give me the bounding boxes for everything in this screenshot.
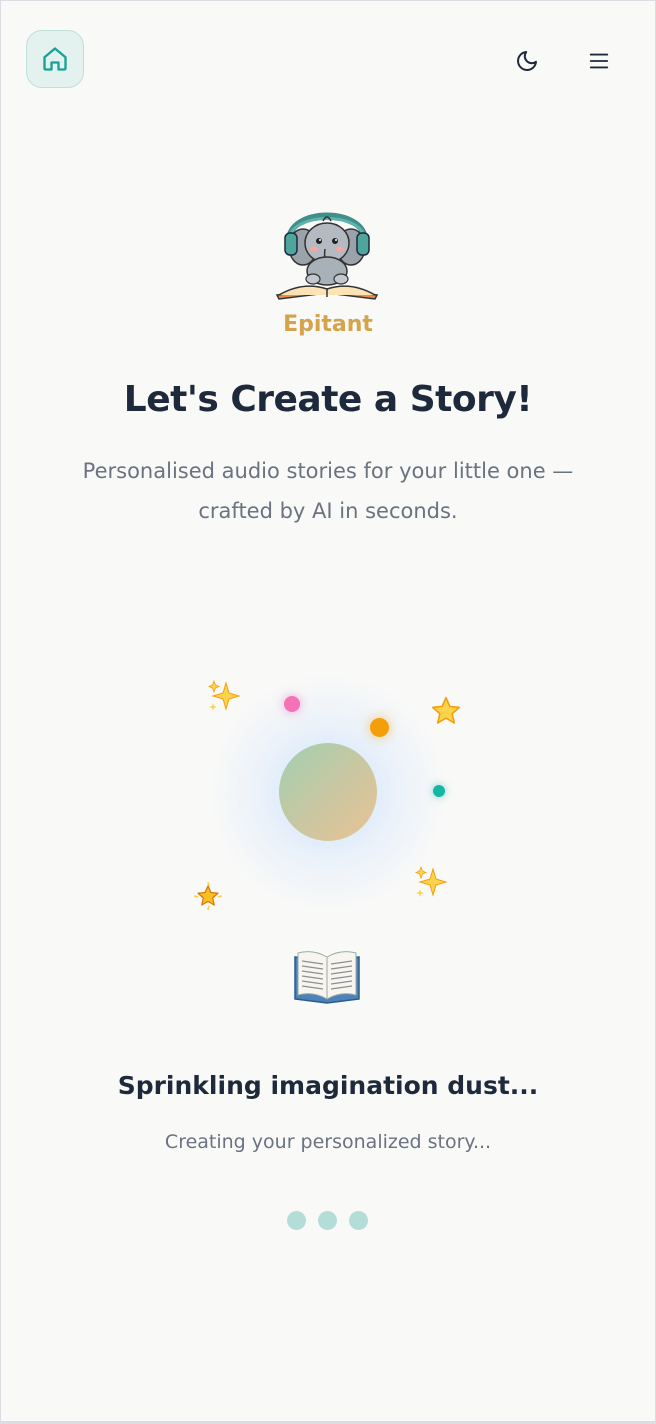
brand-logo[interactable]: Epitant <box>269 199 387 349</box>
menu-button[interactable] <box>581 43 617 79</box>
home-button[interactable] <box>26 30 84 88</box>
open-book-icon <box>294 951 360 1004</box>
star-icon <box>431 696 461 724</box>
home-icon <box>43 47 67 71</box>
loading-dot <box>349 1211 368 1230</box>
loading-dots <box>287 1211 368 1230</box>
elephant-logo-icon: Epitant <box>275 212 379 337</box>
loading-subtitle: Creating your personalized story... <box>164 1131 492 1153</box>
loading-title: Sprinkling imagination dust... <box>117 1071 539 1100</box>
glowing-star-icon <box>194 882 222 910</box>
loading-dot <box>318 1211 337 1230</box>
page-title: Let's Create a Story! <box>123 379 533 420</box>
hamburger-menu-icon <box>589 53 609 69</box>
loading-dot <box>287 1211 306 1230</box>
sparkles-icon <box>207 679 241 711</box>
teal-particle <box>433 785 445 797</box>
logo-wordmark: Epitant <box>283 312 373 337</box>
moon-icon <box>517 51 537 71</box>
orange-particle <box>370 718 389 737</box>
pink-particle <box>284 696 300 712</box>
page-subtitle: Personalised audio stories for your litt… <box>82 459 574 523</box>
sparkles-icon <box>414 865 448 897</box>
theme-toggle-button[interactable] <box>509 43 545 79</box>
app-frame: Epitant Let's Create a Story! Personalis… <box>0 0 656 1424</box>
loading-orb <box>279 743 377 841</box>
